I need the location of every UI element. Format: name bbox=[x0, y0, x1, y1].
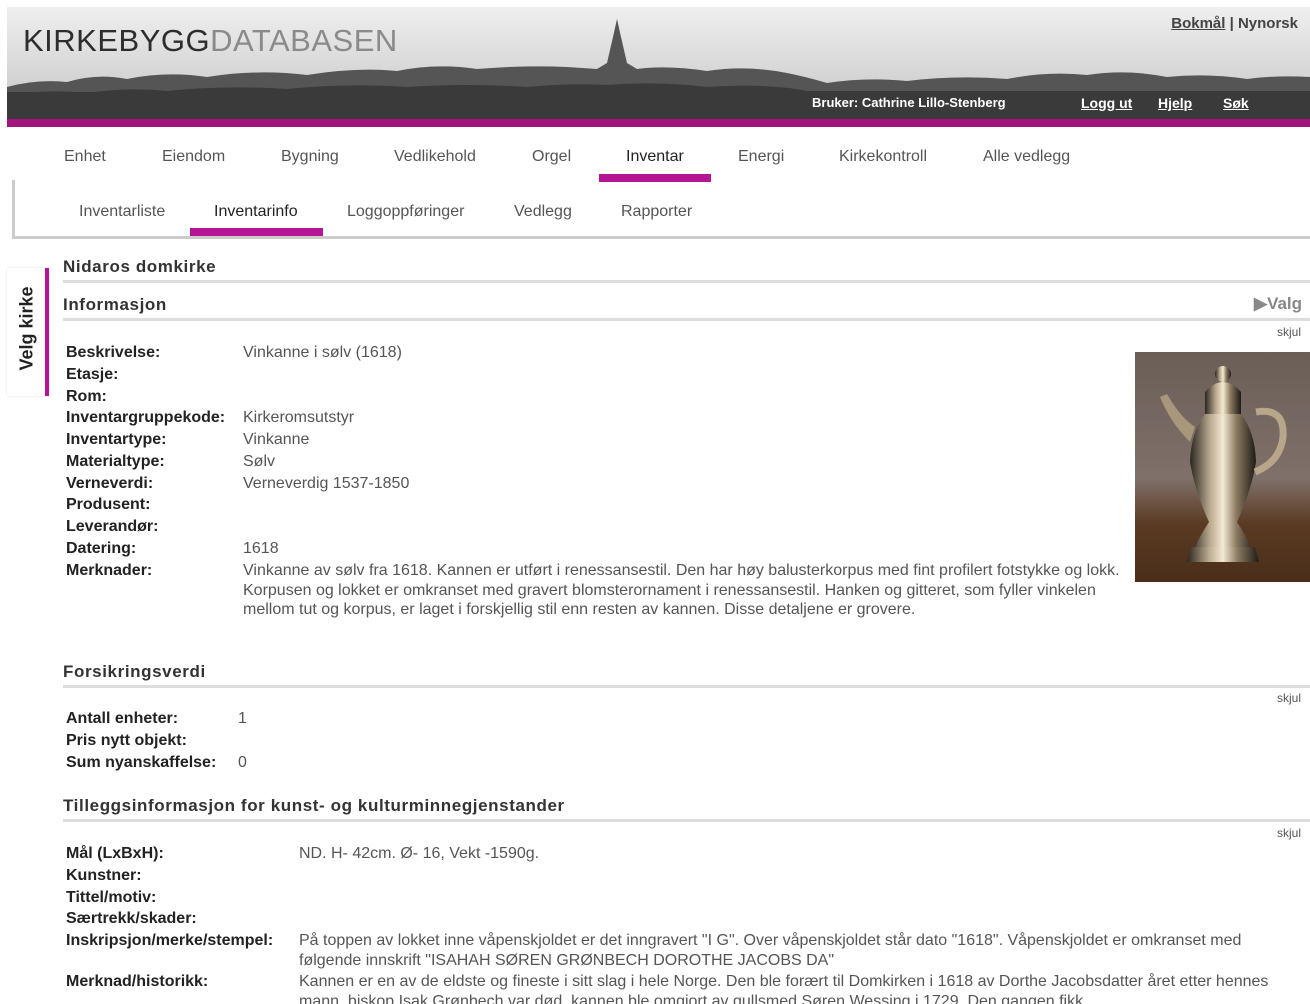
logo-text-dark: KIRKEBYGG bbox=[23, 23, 211, 58]
section-heading-extra: Tilleggsinformasjon for kunst- og kultur… bbox=[63, 796, 565, 815]
divider bbox=[63, 819, 1310, 822]
section-heading-insurance: Forsikringsverdi bbox=[63, 662, 206, 681]
merknader-text: Vinkanne av sølv fra 1618. Kannen er utf… bbox=[243, 562, 1120, 618]
field-label: Kunstner: bbox=[66, 867, 142, 884]
search-link[interactable]: Søk bbox=[1223, 95, 1249, 111]
field-value: Verneverdig 1537-1850 bbox=[243, 475, 410, 492]
nav-eiendom[interactable]: Eiendom bbox=[162, 148, 225, 166]
field-label: Antall enheter: bbox=[66, 710, 179, 727]
field-label: Materialtype: bbox=[66, 453, 165, 470]
field-label: Beskrivelse: bbox=[66, 344, 161, 361]
field-label: Tittel/motiv: bbox=[66, 889, 157, 906]
item-photo[interactable] bbox=[1135, 352, 1310, 582]
play-triangle-icon: ▶ bbox=[1254, 294, 1268, 313]
inskripsjon-text: På toppen av lokket inne våpenskjoldet e… bbox=[299, 932, 1242, 969]
hide-insurance-link[interactable]: skjul bbox=[1277, 691, 1301, 705]
header-accent-bar bbox=[7, 119, 1310, 127]
user-bar: Bruker: Cathrine Lillo-Stenberg Logg ut … bbox=[7, 89, 1310, 119]
field-value: 0 bbox=[238, 754, 247, 771]
nav-enhet[interactable]: Enhet bbox=[64, 148, 106, 166]
site-header: KIRKEBYGGDATABASEN Bokmål | Nynorsk Bruk… bbox=[7, 7, 1310, 127]
nav-alle-vedlegg[interactable]: Alle vedlegg bbox=[983, 148, 1070, 166]
hide-info-link[interactable]: skjul bbox=[1277, 325, 1301, 339]
subnav-inventarinfo[interactable]: Inventarinfo bbox=[214, 203, 298, 221]
help-link[interactable]: Hjelp bbox=[1158, 95, 1192, 111]
divider bbox=[63, 280, 1310, 283]
nav-inventar[interactable]: Inventar bbox=[626, 148, 684, 166]
main-nav: Enhet Eiendom Bygning Vedlikehold Orgel … bbox=[0, 140, 1310, 182]
nav-orgel[interactable]: Orgel bbox=[532, 148, 571, 166]
field-value: Vinkanne bbox=[243, 431, 310, 448]
church-name: Nidaros domkirke bbox=[63, 257, 217, 276]
subnav-rapporter[interactable]: Rapporter bbox=[621, 203, 692, 221]
logo-text-light: DATABASEN bbox=[210, 23, 398, 58]
field-label: Produsent: bbox=[66, 496, 151, 513]
field-label: Datering: bbox=[66, 540, 137, 557]
field-label: Inventargruppekode: bbox=[66, 409, 226, 426]
section-heading-info: Informasjon bbox=[63, 295, 167, 314]
subnav-loggoppforinger[interactable]: Loggoppføringer bbox=[347, 203, 464, 221]
field-label: Særtrekk/skader: bbox=[66, 910, 197, 927]
field-label: Rom: bbox=[66, 388, 107, 405]
field-value: 1618 bbox=[243, 540, 279, 557]
lang-separator: | bbox=[1225, 15, 1238, 32]
field-label: Mål (LxBxH): bbox=[66, 845, 164, 862]
subnav-inventarliste[interactable]: Inventarliste bbox=[79, 203, 165, 221]
field-value: 1 bbox=[238, 710, 247, 727]
divider bbox=[63, 685, 1310, 688]
field-label: Pris nytt objekt: bbox=[66, 732, 187, 749]
hide-extra-link[interactable]: skjul bbox=[1277, 826, 1301, 840]
divider bbox=[63, 318, 1310, 321]
logout-link[interactable]: Logg ut bbox=[1081, 95, 1132, 111]
nav-vedlikehold[interactable]: Vedlikehold bbox=[394, 148, 476, 166]
field-label: Inskripsjon/merke/stempel: bbox=[66, 932, 274, 949]
field-value: Sølv bbox=[243, 453, 275, 470]
field-label: Etasje: bbox=[66, 366, 119, 383]
field-label: Inventartype: bbox=[66, 431, 167, 448]
historikk-text: Kannen er en av de eldste og fineste i s… bbox=[299, 973, 1269, 1004]
nav-bygning[interactable]: Bygning bbox=[281, 148, 339, 166]
choose-church-tab[interactable]: Velg kirke bbox=[7, 268, 49, 396]
nav-kirkekontroll[interactable]: Kirkekontroll bbox=[839, 148, 927, 166]
field-label: Merknader: bbox=[66, 562, 153, 579]
current-user: Bruker: Cathrine Lillo-Stenberg bbox=[812, 95, 1006, 110]
lang-bokmal-link[interactable]: Bokmål bbox=[1171, 15, 1225, 32]
choose-church-label: Velg kirke bbox=[16, 286, 37, 371]
options-label: Valg bbox=[1267, 294, 1303, 313]
silver-jug-image bbox=[1135, 352, 1310, 582]
field-value: ND. H- 42cm. Ø- 16, Vekt -1590g. bbox=[299, 845, 540, 862]
subnav-vedlegg[interactable]: Vedlegg bbox=[514, 203, 572, 221]
field-value: Vinkanne i sølv (1618) bbox=[243, 344, 402, 361]
options-toggle[interactable]: ▶Valg bbox=[1254, 294, 1302, 314]
field-label: Leverandør: bbox=[66, 518, 159, 535]
field-label: Verneverdi: bbox=[66, 475, 154, 492]
field-value: Kirkeromsutstyr bbox=[243, 409, 355, 426]
language-switcher: Bokmål | Nynorsk bbox=[1171, 15, 1298, 32]
lang-nynorsk-link[interactable]: Nynorsk bbox=[1238, 15, 1298, 32]
nav-energi[interactable]: Energi bbox=[738, 148, 784, 166]
site-logo[interactable]: KIRKEBYGGDATABASEN bbox=[23, 23, 398, 59]
field-label: Sum nyanskaffelse: bbox=[66, 754, 217, 771]
field-label: Merknad/historikk: bbox=[66, 973, 209, 990]
subnav-active-indicator bbox=[190, 228, 323, 236]
